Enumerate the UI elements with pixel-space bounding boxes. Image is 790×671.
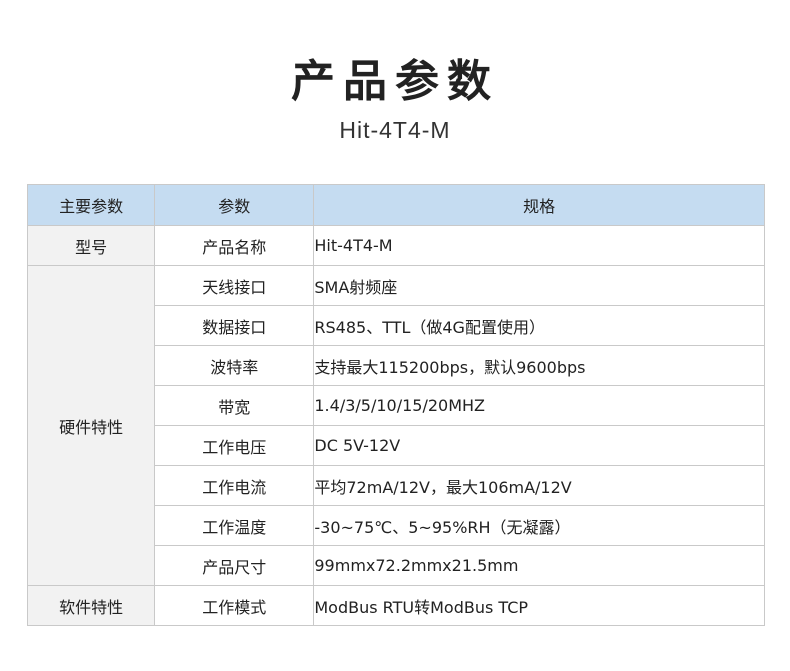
table-row: 软件特性 工作模式 ModBus RTU转ModBus TCP: [26, 585, 765, 626]
spec-value: DC 5V-12V: [313, 425, 765, 466]
table-header-row: 主要参数 参数 规格: [26, 184, 765, 226]
param-name: 工作温度: [154, 505, 315, 546]
spec-value: 平均72mA/12V，最大106mA/12V: [313, 465, 765, 506]
param-name: 工作模式: [154, 585, 315, 626]
param-name: 天线接口: [154, 265, 315, 306]
spec-value: SMA射频座: [313, 265, 765, 306]
header-main-param: 主要参数: [26, 184, 156, 226]
spec-value: 99mmx72.2mmx21.5mm: [313, 545, 765, 586]
model-subtitle: Hit-4T4-M: [339, 117, 451, 143]
spec-value: -30~75℃、5~95%RH（无凝露）: [313, 505, 765, 546]
spec-value: 支持最大115200bps，默认9600bps: [313, 345, 765, 386]
spec-value: 1.4/3/5/10/15/20MHZ: [313, 385, 765, 426]
header-spec: 规格: [313, 184, 765, 226]
group-software: 软件特性: [26, 585, 156, 626]
table-row: 型号 产品名称 Hit-4T4-M: [26, 225, 765, 266]
header-param: 参数: [154, 184, 315, 226]
group-model: 型号: [26, 225, 156, 266]
param-name: 数据接口: [154, 305, 315, 346]
param-name: 波特率: [154, 345, 315, 386]
param-name: 产品尺寸: [154, 545, 315, 586]
page-title: 产品参数: [291, 56, 499, 107]
spec-table: 主要参数 参数 规格 型号 产品名称 Hit-4T4-M 硬件特性 天线接口 S…: [26, 184, 765, 626]
param-name: 工作电流: [154, 465, 315, 506]
table-row: 硬件特性 天线接口 SMA射频座: [26, 265, 765, 586]
param-name: 带宽: [154, 385, 315, 426]
param-name: 工作电压: [154, 425, 315, 466]
group-hardware: 硬件特性: [26, 265, 156, 586]
spec-value: Hit-4T4-M: [313, 225, 765, 266]
param-name: 产品名称: [154, 225, 315, 266]
spec-value: RS485、TTL（做4G配置使用）: [313, 305, 765, 346]
spec-value: ModBus RTU转ModBus TCP: [313, 585, 765, 626]
